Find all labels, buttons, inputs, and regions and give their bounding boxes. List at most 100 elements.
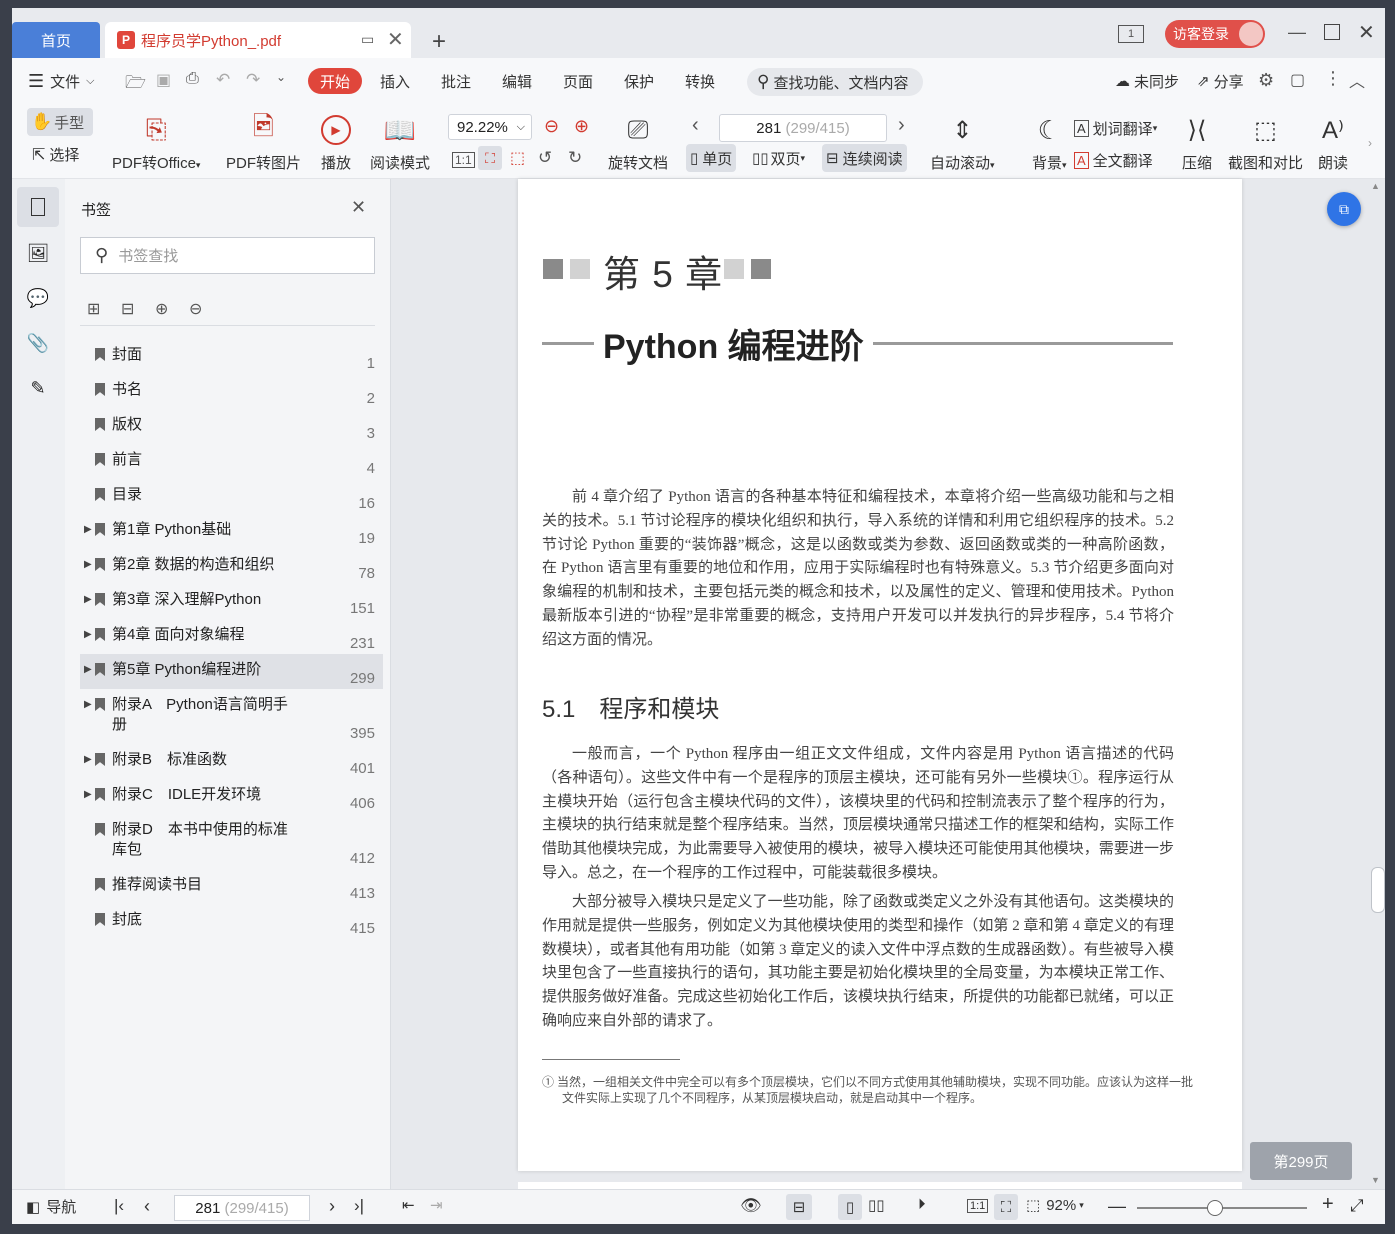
- bookmark-item[interactable]: ▶ 第3章 深入理解Python 151: [80, 584, 383, 619]
- undo-icon[interactable]: ↶: [216, 70, 230, 90]
- next-page-icon[interactable]: ›: [329, 1196, 335, 1217]
- attachment-panel-button[interactable]: 📎: [17, 323, 59, 363]
- floating-action-button[interactable]: ⧉: [1327, 192, 1361, 226]
- status-page-input[interactable]: 281 (299/415): [174, 1195, 310, 1221]
- redo-icon[interactable]: ↷: [246, 70, 260, 90]
- ribbon-scroll-right-icon[interactable]: ›: [1368, 136, 1372, 150]
- share-button[interactable]: ⇗ 分享: [1197, 68, 1244, 94]
- expand-arrow-icon[interactable]: ▶: [84, 629, 92, 640]
- expand-arrow-icon[interactable]: ▶: [84, 594, 92, 605]
- open-folder-icon[interactable]: 🗁: [125, 70, 146, 99]
- full-translate-button[interactable]: A 全文翻译: [1074, 150, 1153, 171]
- continuous-read-button[interactable]: ⊟ 连续阅读: [822, 144, 907, 172]
- bookmark-item[interactable]: 附录D 本书中使用的标准库包 412: [80, 814, 383, 869]
- menu-convert[interactable]: 转换: [685, 68, 715, 94]
- bookmark-item[interactable]: 封底 415: [80, 904, 383, 939]
- minimize-icon[interactable]: —: [1288, 22, 1306, 43]
- expand-all-icon[interactable]: ⊞: [87, 299, 100, 319]
- background-button[interactable]: ☾ 背景▾: [1032, 112, 1067, 173]
- pdf-to-office-button[interactable]: ⎘ PDF转Office▾: [112, 112, 200, 173]
- collapse-all-icon[interactable]: ⊟: [121, 299, 134, 319]
- zoom-out-icon[interactable]: —: [1108, 1196, 1126, 1217]
- actual-size-icon[interactable]: 1:1: [452, 152, 475, 168]
- close-tab-icon[interactable]: ✕: [387, 27, 404, 52]
- expand-arrow-icon[interactable]: ▶: [84, 664, 92, 675]
- bookmark-item[interactable]: ▶ 第2章 数据的构造和组织 78: [80, 549, 383, 584]
- new-tab-icon[interactable]: +: [432, 28, 446, 56]
- fit-page-icon[interactable]: ⛶: [478, 146, 502, 170]
- bookmark-item[interactable]: ▶ 附录A Python语言简明手册 395: [80, 689, 383, 744]
- zoom-in-icon[interactable]: +: [1322, 1193, 1334, 1216]
- expand-arrow-icon[interactable]: ▶: [84, 754, 92, 765]
- thumbnail-panel-button[interactable]: 🖼: [17, 233, 59, 273]
- bookmark-item[interactable]: ▶ 附录B 标准函数 401: [80, 744, 383, 779]
- bookmark-item[interactable]: ▶ 第1章 Python基础 19: [80, 514, 383, 549]
- screenshot-compare-button[interactable]: ⬚ 截图和对比: [1228, 112, 1303, 173]
- expand-arrow-icon[interactable]: ▶: [84, 699, 92, 710]
- tab-document[interactable]: P 程序员学Python_.pdf ▭ ✕: [105, 22, 411, 58]
- prev-page-icon[interactable]: ‹: [692, 114, 699, 137]
- close-window-icon[interactable]: ✕: [1358, 20, 1375, 45]
- collapse-ribbon-icon[interactable]: ︿: [1349, 68, 1365, 92]
- fit-width-icon[interactable]: ⬚: [510, 148, 525, 168]
- menu-edit[interactable]: 编辑: [502, 68, 532, 94]
- menu-protect[interactable]: 保护: [624, 68, 654, 94]
- bookmark-item[interactable]: 目录 16: [80, 479, 383, 514]
- zoom-out-icon[interactable]: ⊖: [544, 116, 559, 137]
- single-page-view-icon[interactable]: ▯: [838, 1194, 862, 1220]
- bookmark-panel-button[interactable]: [17, 187, 59, 227]
- file-menu[interactable]: ☰ 文件 ⌵: [28, 68, 95, 94]
- menu-insert[interactable]: 插入: [380, 68, 410, 94]
- play-slideshow-icon[interactable]: ⏵: [918, 1196, 926, 1213]
- bookmark-item[interactable]: ▶ 附录C IDLE开发环境 406: [80, 779, 383, 814]
- rotate-left-icon[interactable]: ↺: [538, 148, 552, 168]
- read-mode-button[interactable]: 📖 阅读模式: [370, 112, 430, 173]
- zoom-slider-knob[interactable]: [1207, 1200, 1223, 1216]
- navigation-toggle[interactable]: ◧ 导航: [26, 1196, 76, 1217]
- bookmark-item[interactable]: 推荐阅读书目 413: [80, 869, 383, 904]
- menu-start[interactable]: 开始: [308, 68, 363, 94]
- select-tool[interactable]: ⇱ 选择: [32, 144, 79, 165]
- maximize-icon[interactable]: [1324, 24, 1340, 40]
- rotate-document-button[interactable]: ⎚ 旋转文档: [608, 112, 668, 173]
- double-page-button[interactable]: ▯▯ 双页 ▾: [752, 144, 805, 172]
- signature-panel-button[interactable]: ✎: [17, 368, 59, 408]
- more-quick-icon[interactable]: ⌄: [276, 70, 286, 84]
- menu-annotate[interactable]: 批注: [441, 68, 471, 94]
- expand-arrow-icon[interactable]: ▶: [84, 789, 92, 800]
- more-icon[interactable]: ⋮: [1324, 68, 1342, 89]
- bookmark-item-selected[interactable]: ▶ 第5章 Python编程进阶 299: [80, 654, 383, 689]
- prev-page-icon[interactable]: ‹: [144, 1196, 150, 1217]
- compress-button[interactable]: ⟩⟨ 压缩: [1182, 112, 1212, 173]
- bookmark-item[interactable]: 前言 4: [80, 444, 383, 479]
- bookmark-search-input[interactable]: ⚲ 书签查找: [80, 237, 375, 274]
- double-page-view-icon[interactable]: ▯▯: [868, 1196, 885, 1214]
- hand-tool[interactable]: ✋ 手型: [27, 108, 93, 136]
- single-page-button[interactable]: ▯ 单页: [686, 144, 737, 172]
- close-panel-icon[interactable]: ✕: [351, 197, 366, 218]
- first-page-icon[interactable]: |‹: [114, 1196, 124, 1216]
- pin-icon[interactable]: ▭: [361, 31, 374, 48]
- eye-care-icon[interactable]: 👁: [740, 1196, 762, 1216]
- actual-size-icon[interactable]: 1:1: [967, 1199, 989, 1213]
- scroll-down-icon[interactable]: ▼: [1371, 1175, 1380, 1185]
- sync-status[interactable]: ☁ 未同步: [1115, 68, 1179, 94]
- read-aloud-button[interactable]: A⁾ 朗读: [1318, 112, 1348, 173]
- tab-home[interactable]: 首页: [12, 22, 100, 58]
- scroll-up-icon[interactable]: ▲: [1371, 181, 1380, 191]
- zoom-level-select[interactable]: ⬚ 92% ▾: [1026, 1196, 1084, 1215]
- rotate-right-icon[interactable]: ↻: [568, 148, 582, 168]
- menu-page[interactable]: 页面: [563, 68, 593, 94]
- add-bookmark-icon[interactable]: ⊕: [155, 299, 168, 319]
- pdf-to-image-button[interactable]: 🖻 PDF转图片: [226, 111, 301, 173]
- forward-icon[interactable]: ⇥: [430, 1196, 443, 1214]
- fit-page-icon[interactable]: ⛶: [994, 1194, 1018, 1220]
- expand-arrow-icon[interactable]: ▶: [84, 559, 92, 570]
- window-layout-icon[interactable]: 1: [1118, 25, 1144, 43]
- settings-icon[interactable]: ⚙: [1258, 70, 1274, 91]
- comment-panel-button[interactable]: 💬: [17, 278, 59, 318]
- bookmark-item[interactable]: 封面 1: [80, 339, 383, 374]
- fullscreen-icon[interactable]: ⤢: [1350, 1196, 1364, 1216]
- zoom-in-icon[interactable]: ⊕: [574, 116, 589, 137]
- comment-icon[interactable]: ▢: [1290, 70, 1305, 90]
